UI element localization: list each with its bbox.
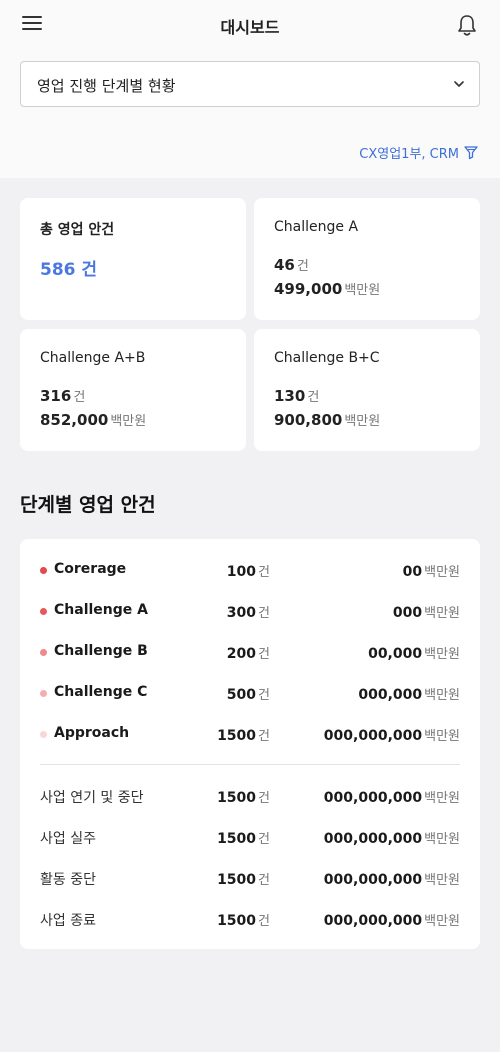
app-header: 대시보드 <box>0 0 500 50</box>
stage-view-select[interactable]: 영업 진행 단계별 현황 <box>20 61 480 107</box>
total-count: 586 건 <box>40 260 98 280</box>
card-count: 46 건 <box>274 256 309 274</box>
chevron-down-icon <box>454 81 464 87</box>
stage-label: 사업 종료 <box>40 913 96 929</box>
stage-label: 사업 실주 <box>40 831 96 847</box>
status-dot <box>40 567 47 574</box>
stage-label: Approach <box>54 725 130 741</box>
list-item[interactable]: 활동 중단 1500 건 000,000,000 백만원 <box>20 867 480 889</box>
divider <box>40 764 460 765</box>
stage-label: Challenge B <box>54 643 148 659</box>
stage-amount: 000,000,000 백만원 <box>323 872 460 888</box>
stage-label: Corerage <box>54 561 127 577</box>
filter-icon <box>464 146 478 160</box>
list-item[interactable]: Challenge B 200 건 00,000 백만원 <box>20 641 480 663</box>
card-title: Challenge A <box>274 219 359 235</box>
stage-amount: 000,000,000 백만원 <box>323 831 460 847</box>
stage-amount: 000 백만원 <box>392 605 460 621</box>
stage-amount: 000,000,000 백만원 <box>323 728 460 744</box>
stage-label: Challenge A <box>54 602 148 618</box>
status-dot <box>40 608 47 615</box>
card-amount: 900,800 백만원 <box>274 411 381 429</box>
stage-label: 활동 중단 <box>40 872 96 888</box>
stage-count: 500 건 <box>226 687 270 703</box>
summary-card-challenge-bc[interactable]: Challenge B+C 130 건 900,800 백만원 <box>254 329 480 451</box>
stage-count: 100 건 <box>226 564 270 580</box>
list-item[interactable]: 사업 종료 1500 건 000,000,000 백만원 <box>20 908 480 930</box>
page-title: 대시보드 <box>220 18 280 37</box>
card-count: 316 건 <box>40 387 86 405</box>
stage-count: 1500 건 <box>217 872 270 888</box>
list-item[interactable]: 사업 실주 1500 건 000,000,000 백만원 <box>20 826 480 848</box>
stage-amount: 000,000,000 백만원 <box>323 913 460 929</box>
status-dot <box>40 649 47 656</box>
bell-icon[interactable] <box>456 13 478 37</box>
filter-label: CX영업1부, CRM <box>359 146 459 162</box>
summary-card-challenge-ab[interactable]: Challenge A+B 316 건 852,000 백만원 <box>20 329 246 451</box>
stage-count: 1500 건 <box>217 790 270 806</box>
top-area: 대시보드 영업 진행 단계별 현황 CX영업1부, CRM <box>0 0 500 178</box>
stage-count: 1500 건 <box>217 831 270 847</box>
card-title: 총 영업 안건 <box>40 222 115 238</box>
stage-count: 1500 건 <box>217 728 270 744</box>
card-count: 130 건 <box>274 387 320 405</box>
stage-amount: 00 백만원 <box>402 564 460 580</box>
card-title: Challenge B+C <box>274 350 380 366</box>
stage-count: 1500 건 <box>217 913 270 929</box>
stage-count: 200 건 <box>226 646 270 662</box>
status-dot <box>40 690 47 697</box>
stage-list-panel: Corerage 100 건 00 백만원 Challenge A 300 건 000… <box>20 539 480 949</box>
list-item[interactable]: Corerage 100 건 00 백만원 <box>20 559 480 581</box>
section-title: 단계별 영업 안건 <box>20 494 156 516</box>
select-value: 영업 진행 단계별 현황 <box>37 77 176 95</box>
summary-card-total[interactable]: 총 영업 안건 586 건 <box>20 198 246 320</box>
stage-amount: 00,000 백만원 <box>368 646 460 662</box>
list-item[interactable]: 사업 연기 및 중단 1500 건 000,000,000 백만원 <box>20 785 480 807</box>
card-amount: 499,000 백만원 <box>274 280 381 298</box>
filter-button[interactable]: CX영업1부, CRM <box>359 142 479 162</box>
status-dot <box>40 731 47 738</box>
stage-amount: 000,000 백만원 <box>358 687 460 703</box>
card-title: Challenge A+B <box>40 350 146 366</box>
stage-label: Challenge C <box>54 684 148 700</box>
stage-count: 300 건 <box>226 605 270 621</box>
list-item[interactable]: Challenge A 300 건 000 백만원 <box>20 600 480 622</box>
list-item[interactable]: Challenge C 500 건 000,000 백만원 <box>20 682 480 704</box>
card-amount: 852,000 백만원 <box>40 411 147 429</box>
stage-label: 사업 연기 및 중단 <box>40 790 144 806</box>
summary-card-challenge-a[interactable]: Challenge A 46 건 499,000 백만원 <box>254 198 480 320</box>
stage-amount: 000,000,000 백만원 <box>323 790 460 806</box>
list-item[interactable]: Approach 1500 건 000,000,000 백만원 <box>20 723 480 745</box>
